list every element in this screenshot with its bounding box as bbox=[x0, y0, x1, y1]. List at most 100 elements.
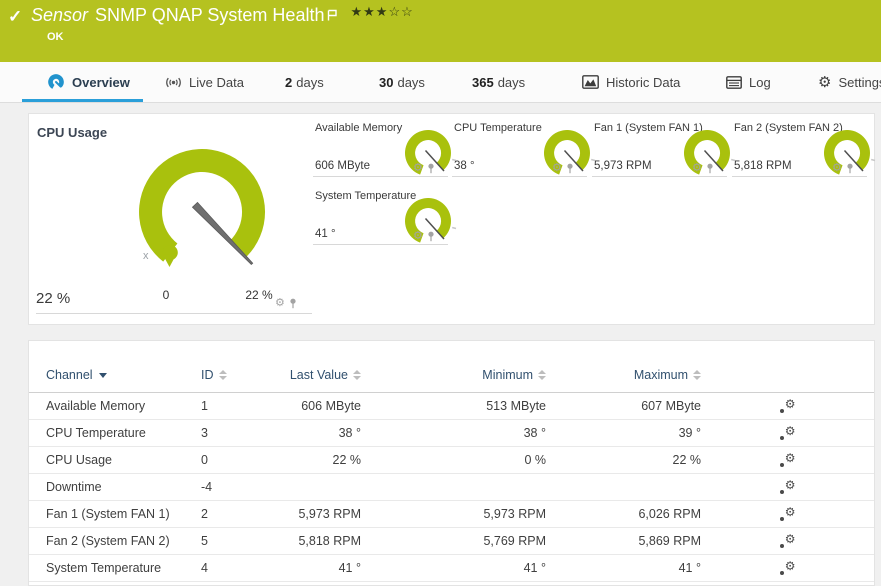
column-header-maximum[interactable]: Maximum bbox=[546, 368, 701, 382]
tab-live-data[interactable]: Live Data bbox=[165, 62, 244, 102]
gauge-title: CPU Temperature bbox=[454, 122, 542, 134]
channel-name[interactable]: Fan 1 (System FAN 1) bbox=[29, 507, 201, 521]
channel-settings-icon[interactable]: ⚙ bbox=[779, 425, 797, 441]
divider bbox=[36, 313, 312, 314]
mini-gauge bbox=[823, 129, 876, 175]
gauge-action-icons: ⚙ bbox=[275, 298, 297, 309]
channel-maximum: 6,026 RPM bbox=[638, 507, 701, 521]
priority-stars[interactable]: ★★★☆☆ bbox=[350, 4, 413, 20]
sort-desc-icon bbox=[98, 372, 107, 378]
tab-bar: Overview Live Data 2 days 30 days 365 da… bbox=[0, 62, 881, 103]
channel-settings-icon[interactable]: ⚙ bbox=[779, 452, 797, 468]
cpu-usage-gauge bbox=[139, 148, 266, 267]
mini-gauge bbox=[404, 129, 457, 175]
channel-minimum: 513 MByte bbox=[486, 399, 546, 413]
gear-icon[interactable]: ⚙ bbox=[692, 163, 702, 174]
log-icon bbox=[726, 75, 742, 89]
channel-id: 4 bbox=[201, 561, 208, 575]
table-row[interactable]: Fan 2 (System FAN 2) 5 5,818 RPM 5,769 R… bbox=[29, 528, 874, 555]
tab-historic-data[interactable]: Historic Data bbox=[582, 62, 680, 102]
tab-settings[interactable]: ⚙ Settings bbox=[818, 62, 881, 102]
pin-icon[interactable] bbox=[427, 231, 435, 242]
gauge-scale-min: 0 bbox=[162, 288, 170, 302]
sensor-title-line: Sensor SNMP QNAP System Health ★★★☆☆ bbox=[31, 4, 414, 27]
table-row[interactable]: CPU Temperature 3 38 ° 38 ° 39 ° ⚙ bbox=[29, 420, 874, 447]
sensor-status-header: ✓ Sensor SNMP QNAP System Health ★★★☆☆ OK bbox=[0, 0, 881, 62]
channel-settings-icon[interactable]: ⚙ bbox=[779, 479, 797, 495]
gear-icon[interactable]: ⚙ bbox=[275, 298, 285, 309]
table-row[interactable]: Fan 1 (System FAN 1) 2 5,973 RPM 5,973 R… bbox=[29, 501, 874, 528]
table-row[interactable]: Available Memory 1 606 MByte 513 MByte 6… bbox=[29, 393, 874, 420]
pin-icon[interactable] bbox=[427, 163, 435, 174]
stars-empty: ☆☆ bbox=[388, 4, 414, 19]
column-header-id[interactable]: ID bbox=[201, 368, 286, 382]
channel-maximum: 22 % bbox=[672, 453, 702, 467]
tab-2-days[interactable]: 2 days bbox=[285, 62, 324, 102]
gear-icon[interactable]: ⚙ bbox=[413, 163, 423, 174]
channel-maximum: 41 ° bbox=[678, 561, 701, 575]
channel-last-value: 5,973 RPM bbox=[298, 507, 361, 521]
sort-icon bbox=[538, 370, 546, 381]
table-row[interactable]: Downtime -4 ⚙ bbox=[29, 474, 874, 501]
gauge-box-system-temperature: System Temperature 41 ° ⚙ bbox=[313, 183, 457, 245]
channel-last-value: 5,818 RPM bbox=[298, 534, 361, 548]
pin-icon[interactable] bbox=[706, 163, 714, 174]
column-header-channel[interactable]: Channel bbox=[29, 368, 201, 382]
table-row[interactable]: System Temperature 4 41 ° 41 ° 41 ° ⚙ bbox=[29, 555, 874, 582]
tab-30-days-label: days bbox=[397, 74, 425, 90]
channel-name[interactable]: Available Memory bbox=[29, 399, 201, 413]
channel-id: 1 bbox=[201, 399, 208, 413]
channel-maximum: 39 ° bbox=[678, 426, 701, 440]
flag-icon[interactable] bbox=[327, 6, 338, 27]
tab-log[interactable]: Log bbox=[726, 62, 771, 102]
pin-icon[interactable] bbox=[289, 298, 297, 309]
channel-last-value: 606 MByte bbox=[301, 399, 361, 413]
channel-settings-icon[interactable]: ⚙ bbox=[779, 560, 797, 576]
tab-live-data-label: Live Data bbox=[189, 74, 244, 90]
channel-last-value: 41 ° bbox=[338, 561, 361, 575]
pin-icon[interactable] bbox=[846, 163, 854, 174]
column-header-minimum[interactable]: Minimum bbox=[361, 368, 546, 382]
tab-overview[interactable]: Overview bbox=[47, 62, 130, 102]
gauges-panel: CPU Usage x 0 22 % 22 % ⚙ Available Memo… bbox=[28, 113, 876, 325]
gear-icon[interactable]: ⚙ bbox=[832, 163, 842, 174]
gauge-box-available-memory: Available Memory 606 MByte ⚙ bbox=[313, 115, 457, 177]
channel-name[interactable]: System Temperature bbox=[29, 561, 201, 575]
tab-365-days[interactable]: 365 days bbox=[472, 62, 525, 102]
channel-settings-icon[interactable]: ⚙ bbox=[779, 533, 797, 549]
channel-id: -4 bbox=[201, 480, 213, 494]
channel-id: 2 bbox=[201, 507, 208, 521]
table-header-row: Channel ID Last Value Minimum Maximum bbox=[29, 341, 874, 393]
tab-settings-label: Settings bbox=[838, 74, 881, 90]
table-row[interactable]: CPU Usage 0 22 % 0 % 22 % ⚙ bbox=[29, 447, 874, 474]
gauge-action-icons: ⚙ bbox=[832, 163, 854, 174]
settings-gear-icon: ⚙ bbox=[818, 73, 832, 91]
channel-id: 0 bbox=[201, 453, 208, 467]
gauge-box-fan-2: Fan 2 (System FAN 2) 5,818 RPM ⚙ bbox=[732, 115, 876, 177]
live-data-icon bbox=[166, 77, 181, 87]
gauge-value: 5,973 RPM bbox=[594, 160, 652, 172]
gauge-action-icons: ⚙ bbox=[413, 163, 435, 174]
sort-icon bbox=[353, 370, 361, 381]
channel-name[interactable]: CPU Usage bbox=[29, 453, 201, 467]
tab-historic-data-label: Historic Data bbox=[606, 74, 681, 90]
channel-settings-icon[interactable]: ⚙ bbox=[779, 398, 797, 414]
channel-settings-icon[interactable]: ⚙ bbox=[779, 506, 797, 522]
gauge-box-fan-1: Fan 1 (System FAN 1) 5,973 RPM ⚙ bbox=[592, 115, 736, 177]
tab-30-days[interactable]: 30 days bbox=[379, 62, 425, 102]
column-header-last-value[interactable]: Last Value bbox=[286, 368, 361, 382]
sort-icon bbox=[218, 370, 227, 381]
pin-icon[interactable] bbox=[566, 163, 574, 174]
channel-name[interactable]: Fan 2 (System FAN 2) bbox=[29, 534, 201, 548]
channels-table-panel: Channel ID Last Value Minimum Maximum Av… bbox=[28, 340, 875, 586]
channel-last-value: 38 ° bbox=[338, 426, 361, 440]
object-type-label: Sensor bbox=[31, 5, 89, 25]
gear-icon[interactable]: ⚙ bbox=[413, 231, 423, 242]
channel-name[interactable]: Downtime bbox=[29, 480, 201, 494]
channel-minimum: 0 % bbox=[524, 453, 546, 467]
channel-maximum: 5,869 RPM bbox=[638, 534, 701, 548]
tab-30-days-number: 30 bbox=[379, 74, 394, 90]
gear-icon[interactable]: ⚙ bbox=[552, 163, 562, 174]
mini-gauge bbox=[543, 129, 596, 175]
channel-name[interactable]: CPU Temperature bbox=[29, 426, 201, 440]
